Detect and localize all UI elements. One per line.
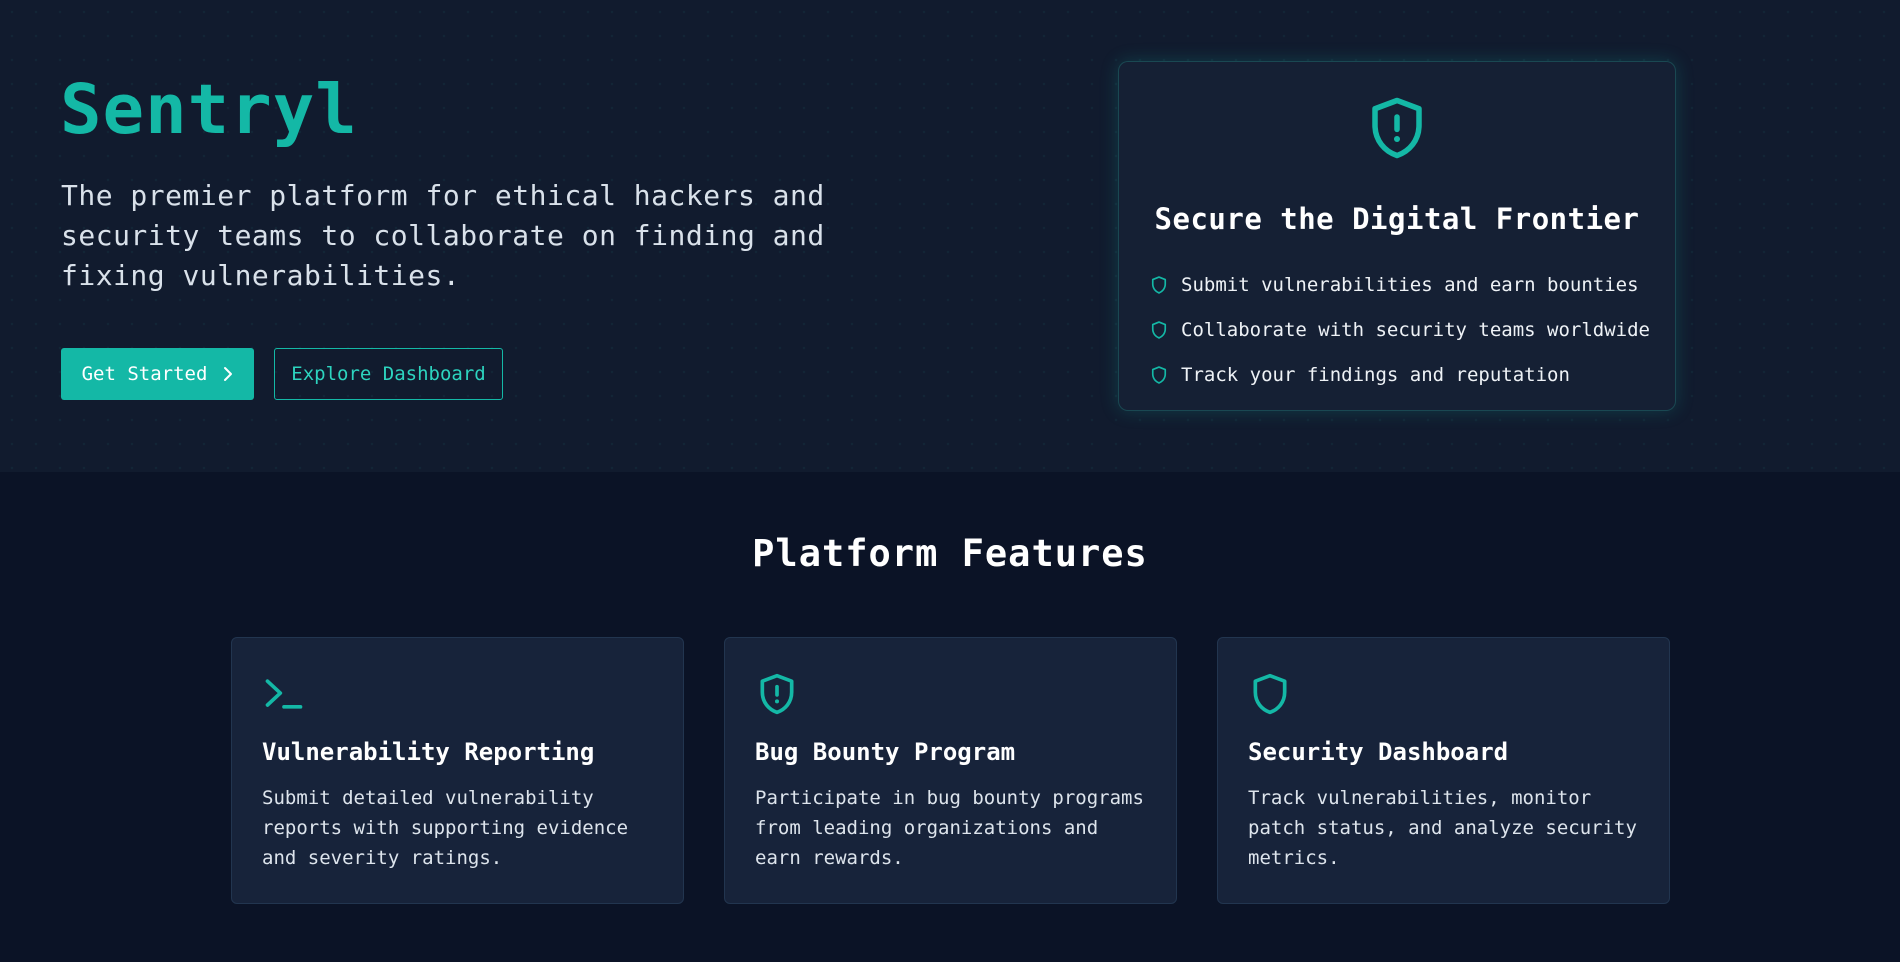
- shield-alert-icon: [760, 673, 794, 715]
- highlight-card: Secure the Digital Frontier Submit vulne…: [1118, 61, 1676, 411]
- feature-title: Bug Bounty Program: [755, 738, 1016, 766]
- highlight-item: Submit vulnerabilities and earn bounties: [1149, 262, 1650, 307]
- hero-section: Sentryl The premier platform for ethical…: [0, 0, 1900, 472]
- shield-icon: [1151, 320, 1167, 339]
- feature-card-bug-bounty: Bug Bounty Program Participate in bug bo…: [724, 637, 1177, 904]
- feature-title: Security Dashboard: [1248, 738, 1509, 766]
- feature-card-vulnerability-reporting: Vulnerability Reporting Submit detailed …: [231, 637, 684, 904]
- shield-icon: [1151, 275, 1167, 294]
- hero-tagline: The premier platform for ethical hackers…: [61, 179, 825, 292]
- features-title: Platform Features: [752, 532, 1148, 575]
- shield-icon: [1151, 365, 1167, 384]
- feature-title: Vulnerability Reporting: [262, 738, 595, 766]
- shield-icon: [1253, 673, 1287, 715]
- feature-description: Submit detailed vulnerability reports wi…: [262, 787, 629, 869]
- highlight-item-text: Submit vulnerabilities and earn bounties: [1181, 273, 1639, 296]
- get-started-button[interactable]: Get Started: [61, 348, 254, 400]
- terminal-icon: [265, 679, 303, 709]
- highlight-item: Track your findings and reputation: [1149, 352, 1650, 397]
- brand-title: Sentryl: [60, 70, 358, 150]
- highlight-item: Collaborate with security teams worldwid…: [1149, 307, 1650, 352]
- chevron-right-icon: [224, 367, 233, 381]
- explore-dashboard-button[interactable]: Explore Dashboard: [274, 348, 503, 400]
- features-section: Platform Features Vulnerability Reportin…: [0, 472, 1900, 962]
- highlight-title: Secure the Digital Frontier: [1154, 202, 1640, 236]
- shield-alert-icon: [1372, 97, 1422, 159]
- get-started-label: Get Started: [81, 363, 208, 385]
- feature-description: Participate in bug bounty programs from …: [755, 787, 1144, 869]
- highlight-list: Submit vulnerabilities and earn bounties…: [1149, 262, 1650, 397]
- feature-card-security-dashboard: Security Dashboard Track vulnerabilities…: [1217, 637, 1670, 904]
- highlight-item-text: Collaborate with security teams worldwid…: [1181, 318, 1650, 341]
- feature-description: Track vulnerabilities, monitor patch sta…: [1248, 787, 1637, 869]
- highlight-item-text: Track your findings and reputation: [1181, 363, 1570, 386]
